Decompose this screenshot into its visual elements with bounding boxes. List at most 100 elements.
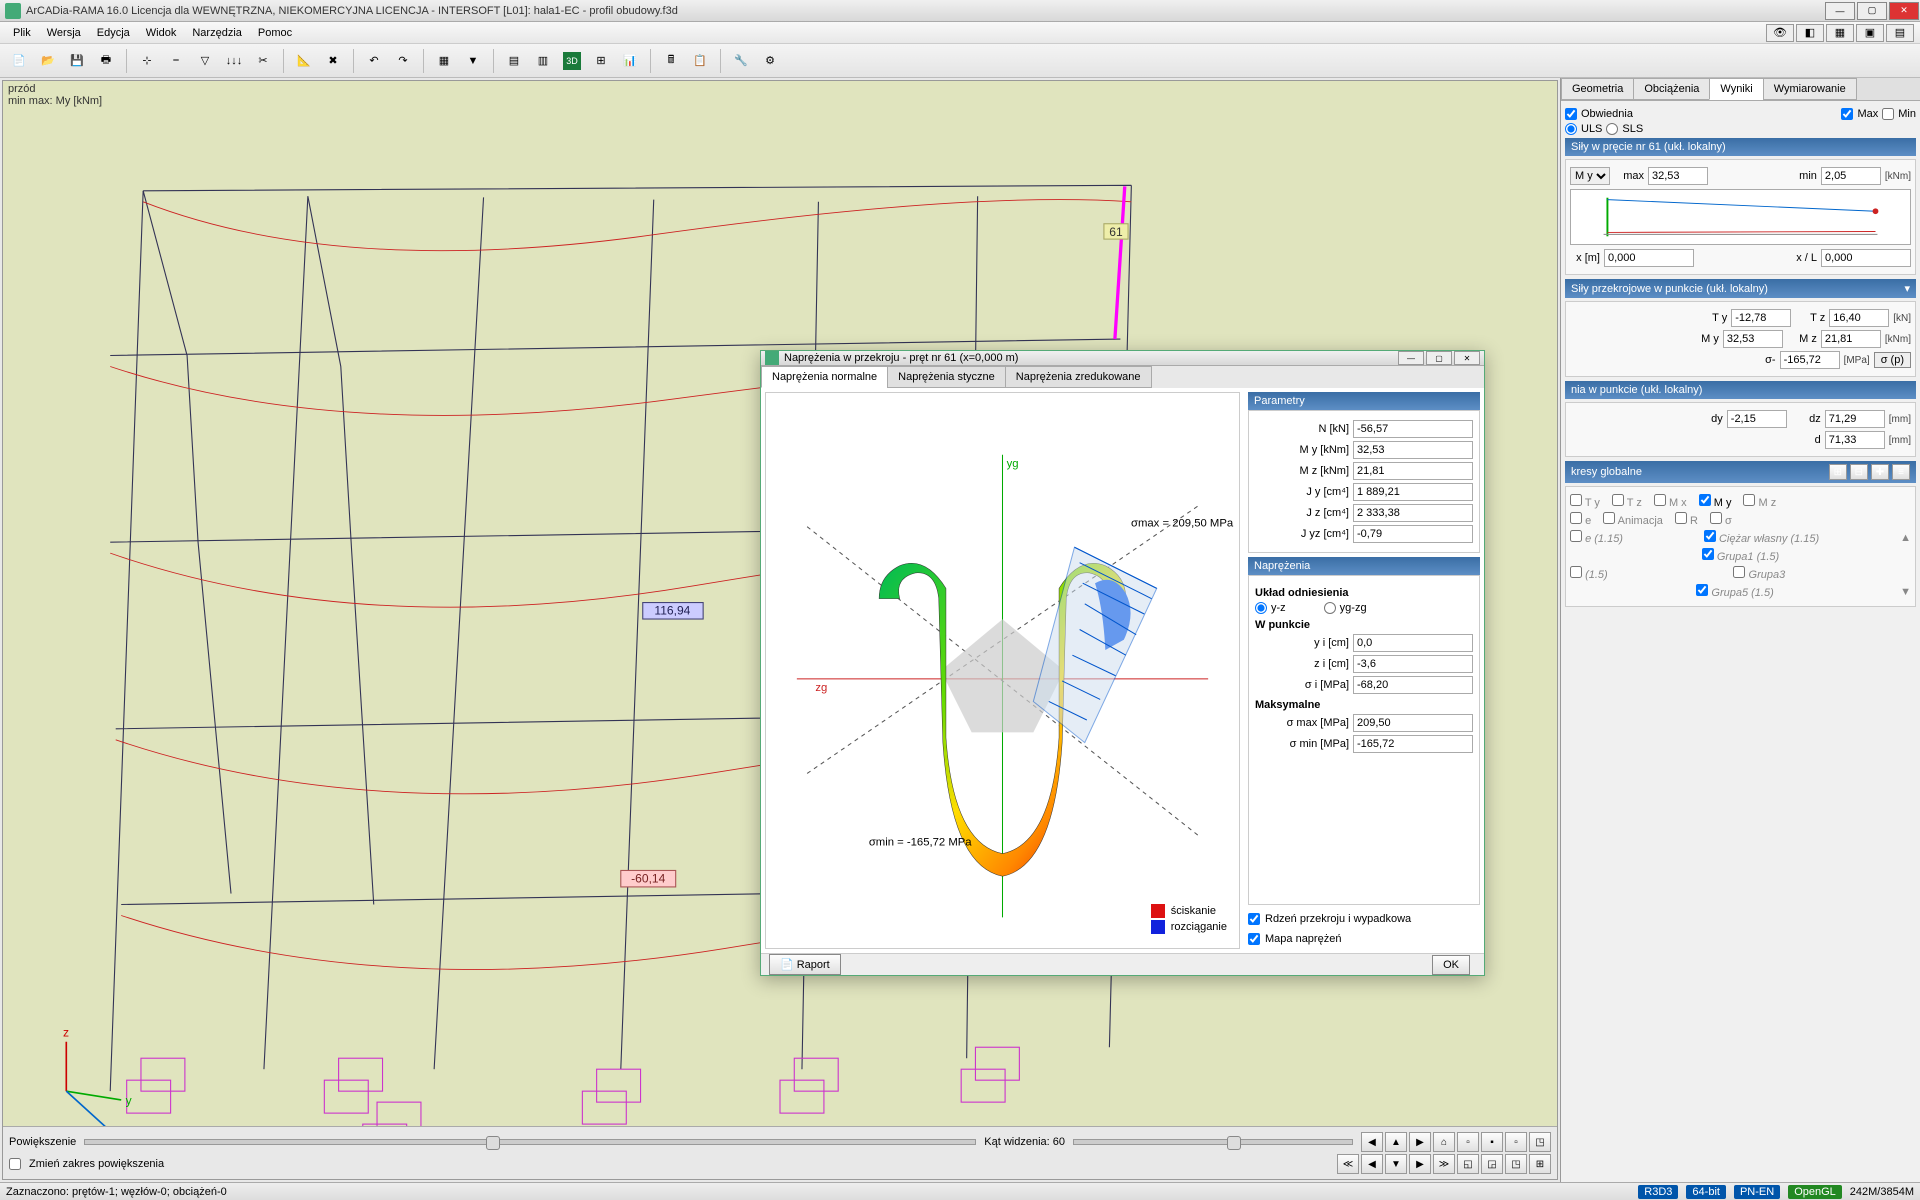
measure-tool[interactable]: 📐 [291,48,317,74]
opt-d[interactable]: ⊞ [1529,1154,1551,1174]
delete-tool[interactable]: ✖ [320,48,346,74]
nav-right[interactable]: ▶ [1409,1132,1431,1152]
dialog-close[interactable]: ✕ [1454,351,1480,365]
3d-button[interactable]: 3D [559,48,585,74]
nav-next[interactable]: ▶ [1409,1154,1431,1174]
grp-left-1[interactable] [1570,530,1582,542]
nav-prev[interactable]: ◀ [1361,1154,1383,1174]
view-toggle-4[interactable]: ▣ [1856,24,1884,42]
nav-left[interactable]: ◀ [1361,1132,1383,1152]
max-checkbox[interactable] [1841,108,1853,120]
dtab-normal[interactable]: Naprężenia normalne [761,366,888,388]
options-button[interactable]: ⚙ [757,48,783,74]
chk-tz[interactable] [1612,494,1624,506]
uls-radio[interactable] [1565,123,1577,135]
envelope-checkbox[interactable] [1565,108,1577,120]
grid-button[interactable]: ▦ [431,48,457,74]
chart-opt-3[interactable]: ✚ [1871,464,1889,480]
dlg-smax-input[interactable] [1353,714,1473,732]
grp-left-2[interactable] [1570,566,1582,578]
nav-down[interactable]: ▼ [1385,1154,1407,1174]
ty-input[interactable] [1731,309,1791,327]
d-input[interactable] [1825,431,1885,449]
dlg-smin-input[interactable] [1353,735,1473,753]
chk-ty[interactable] [1570,494,1582,506]
support-tool[interactable]: ▽ [192,48,218,74]
dialog-minimize[interactable]: — [1398,351,1424,365]
dlg-zi-input[interactable] [1353,655,1473,673]
opt-c[interactable]: ◳ [1505,1154,1527,1174]
chk-mz[interactable] [1743,494,1755,506]
force-min-input[interactable] [1821,167,1881,185]
nav-prev2[interactable]: ≪ [1337,1154,1359,1174]
mz-input[interactable] [1821,330,1881,348]
grp-g1[interactable] [1702,548,1714,560]
chart-opt-4[interactable]: ≡ [1892,464,1910,480]
nav-next2[interactable]: ≫ [1433,1154,1455,1174]
menu-pomoc[interactable]: Pomoc [250,24,300,42]
open-button[interactable]: 📂 [35,48,61,74]
view-iso[interactable]: ◳ [1529,1132,1551,1152]
print-button[interactable]: 🖶 [93,48,119,74]
scroll-up-icon[interactable]: ▲ [1900,532,1911,544]
dlg-mz-input[interactable] [1353,462,1473,480]
report-button[interactable]: 📄Raport [769,954,841,975]
menu-wersja[interactable]: Wersja [39,24,89,42]
chart-button[interactable]: 📊 [617,48,643,74]
view-toggle-5[interactable]: ▤ [1886,24,1914,42]
dlg-si-input[interactable] [1353,676,1473,694]
dialog-titlebar[interactable]: Naprężenia w przekroju - pręt nr 61 (x=0… [761,351,1484,366]
view-xy[interactable]: ▫ [1457,1132,1479,1152]
scroll-down-icon[interactable]: ▼ [1900,586,1911,598]
view-toggle-1[interactable]: 👁 [1766,24,1794,42]
chk-core[interactable] [1248,913,1260,925]
change-zoom-range-checkbox[interactable] [9,1158,21,1170]
yz-radio[interactable] [1255,602,1267,614]
sigma-input[interactable] [1780,351,1840,369]
my-input[interactable] [1723,330,1783,348]
dlg-n-input[interactable] [1353,420,1473,438]
xL-input[interactable] [1821,249,1911,267]
settings-button[interactable]: 🔧 [728,48,754,74]
chk-anim[interactable] [1603,512,1615,524]
sls-radio[interactable] [1606,123,1618,135]
filter-button[interactable]: ▼ [460,48,486,74]
new-button[interactable]: 📄 [6,48,32,74]
force-max-input[interactable] [1648,167,1708,185]
minimize-button[interactable]: — [1825,2,1855,20]
redo-button[interactable]: ↷ [390,48,416,74]
load-tool[interactable]: ↓↓↓ [221,48,247,74]
view-yz[interactable]: ▫ [1505,1132,1527,1152]
report-button[interactable]: 📋 [687,48,713,74]
grp-g5[interactable] [1696,584,1708,596]
xm-input[interactable] [1604,249,1694,267]
chk-stressmap[interactable] [1248,933,1260,945]
calc-button[interactable]: 🖩 [658,48,684,74]
view-toggle-2[interactable]: ◧ [1796,24,1824,42]
nav-home[interactable]: ⌂ [1433,1132,1455,1152]
dtab-reduced[interactable]: Naprężenia zredukowane [1005,366,1152,388]
close-button[interactable]: ✕ [1889,2,1919,20]
dlg-jyz-input[interactable] [1353,525,1473,543]
grp-g3[interactable] [1733,566,1745,578]
chk-sigma[interactable] [1710,512,1722,524]
chk-d[interactable] [1570,512,1582,524]
nav-up[interactable]: ▲ [1385,1132,1407,1152]
menu-widok[interactable]: Widok [138,24,185,42]
dz-input[interactable] [1825,410,1885,428]
tab-wyniki[interactable]: Wyniki [1709,78,1763,100]
chk-mx[interactable] [1654,494,1666,506]
maximize-button[interactable]: ▢ [1857,2,1887,20]
node-tool[interactable]: ⊹ [134,48,160,74]
dtab-tangent[interactable]: Naprężenia styczne [887,366,1006,388]
tab-wymiarowanie[interactable]: Wymiarowanie [1763,78,1857,100]
dropdown-icon[interactable]: ▾ [1904,282,1910,295]
chk-my[interactable] [1699,494,1711,506]
tz-input[interactable] [1829,309,1889,327]
sigma-p-button[interactable]: σ (p) [1874,352,1911,368]
table-button[interactable]: ⊞ [588,48,614,74]
menu-edycja[interactable]: Edycja [89,24,138,42]
bar-tool[interactable]: ⎯ [163,48,189,74]
calc-2-button[interactable]: ▥ [530,48,556,74]
save-button[interactable]: 💾 [64,48,90,74]
